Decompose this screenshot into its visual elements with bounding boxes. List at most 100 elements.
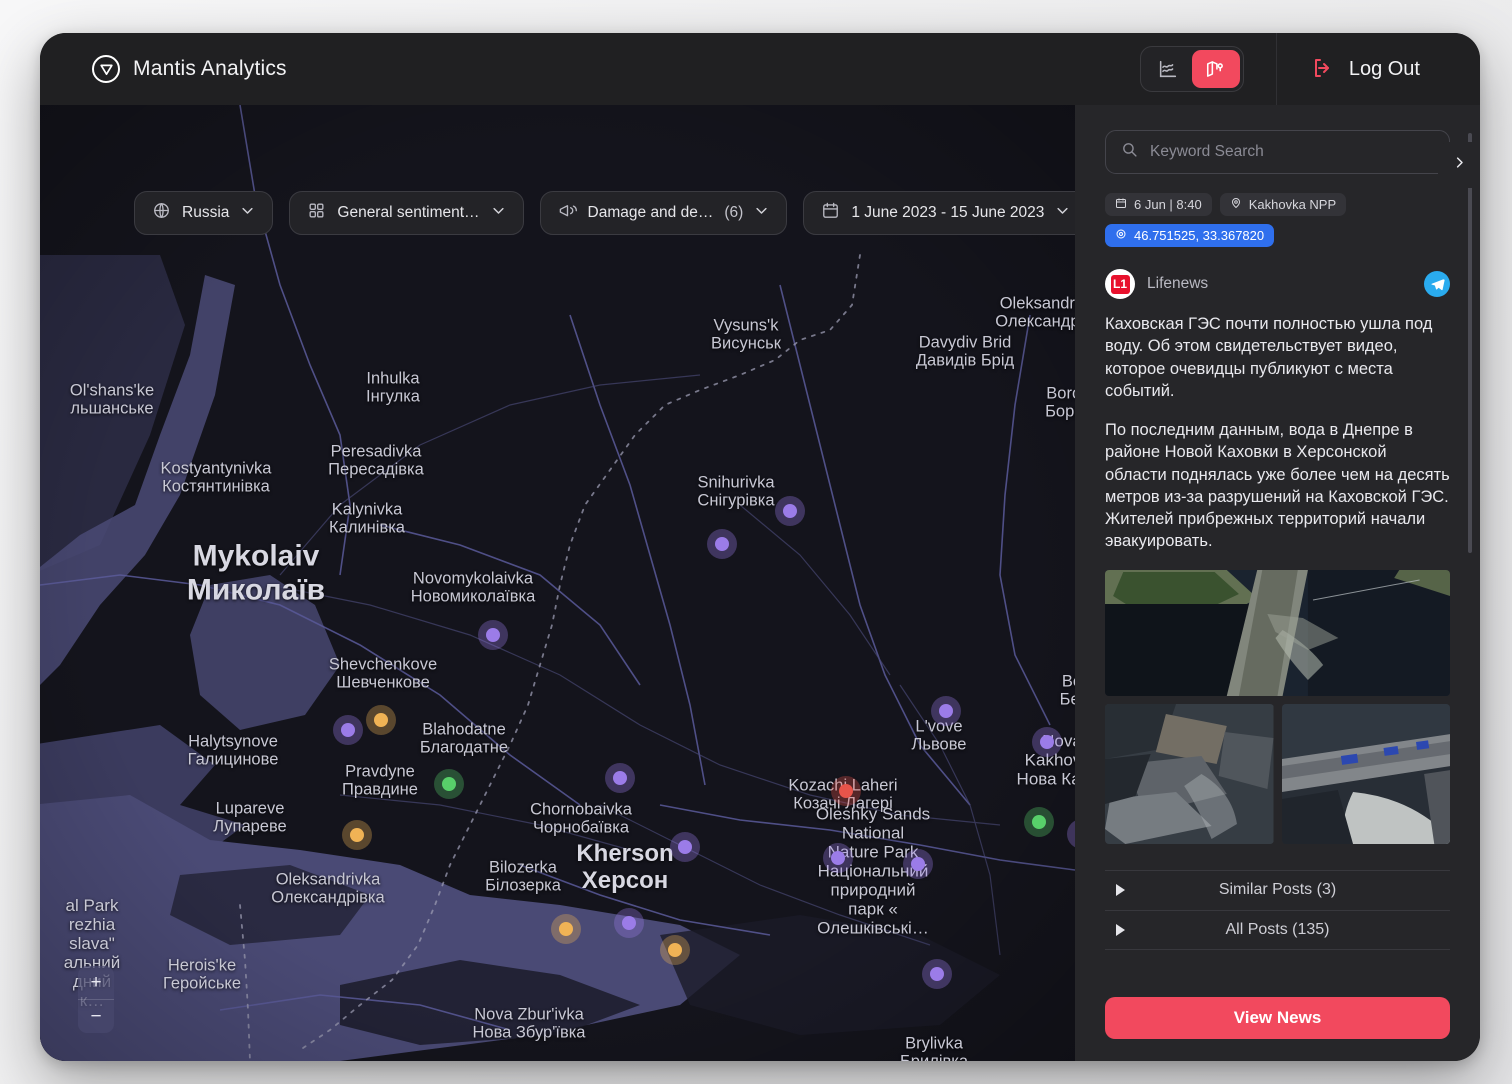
map-marker[interactable] [366, 705, 396, 735]
marker-dot [783, 504, 797, 518]
map-marker[interactable] [1024, 807, 1054, 837]
marker-dot [374, 713, 388, 727]
view-mode-toggle [1139, 46, 1244, 92]
post-body: Каховская ГЭС почти полностью ушла под в… [1105, 313, 1450, 553]
avatar-text: L1 [1110, 274, 1130, 294]
chart-view-button[interactable] [1144, 50, 1192, 88]
filter-label: General sentiment… [337, 204, 480, 221]
marker-dot [678, 840, 692, 854]
map-marker[interactable] [434, 769, 464, 799]
marker-dot [668, 943, 682, 957]
media-thumbnail-row [1105, 703, 1450, 844]
header-divider [1275, 33, 1277, 105]
map-marker[interactable] [342, 820, 372, 850]
marker-dot [715, 537, 729, 551]
map-marker[interactable] [922, 959, 952, 989]
filter-label: Damage and de… [587, 204, 714, 221]
zoom-in-button[interactable]: + [78, 966, 114, 999]
chevron-right-icon [1452, 155, 1467, 175]
map-marker[interactable] [903, 849, 933, 879]
date-text: 6 Jun | 8:40 [1134, 197, 1202, 212]
filter-label: Russia [182, 204, 230, 221]
filter-chip-4[interactable]: 1 June 2023 - 15 June 2023 [803, 191, 1075, 235]
map-marker[interactable] [670, 832, 700, 862]
zoom-out-button[interactable]: − [78, 1000, 114, 1033]
mantis-triangle-icon [92, 55, 120, 83]
marker-dot [559, 922, 573, 936]
chevron-down-icon [754, 203, 769, 223]
marker-dot [911, 857, 925, 871]
place-chip: Kakhovka NPP [1219, 193, 1347, 216]
all-posts-label: All Posts (135) [1225, 920, 1330, 938]
triangle-right-icon [1116, 884, 1125, 897]
posts-accordion: Similar Posts (3) All Posts (135) [1105, 869, 1450, 950]
media-thumbnail[interactable] [1105, 703, 1274, 844]
map-zoom-control: + − [78, 966, 114, 1033]
marker-dot [613, 771, 627, 785]
filter-chip-1[interactable]: Russia [134, 191, 274, 235]
marker-dot [622, 916, 636, 930]
brand-name: Mantis Analytics [133, 57, 287, 80]
place-text: Kakhovka NPP [1248, 197, 1337, 212]
map-marker[interactable] [707, 529, 737, 559]
avatar: L1 [1105, 269, 1135, 299]
map-marker[interactable] [333, 715, 363, 745]
filter-chip-3[interactable]: Damage and de… (6) [539, 191, 788, 235]
post-paragraph: Каховская ГЭС почти полностью ушла под в… [1105, 315, 1433, 400]
chevron-down-icon [240, 203, 255, 223]
all-posts-row[interactable]: All Posts (135) [1105, 909, 1450, 950]
map-marker[interactable] [1032, 727, 1062, 757]
search-box[interactable] [1105, 130, 1450, 174]
view-news-button[interactable]: View News [1105, 997, 1450, 1039]
media-thumbnail[interactable] [1105, 569, 1450, 696]
coords-chip[interactable]: 46.751525, 33.367820 [1105, 224, 1275, 247]
search-icon [1121, 141, 1138, 163]
marker-dot [350, 828, 364, 842]
post-paragraph: По последним данным, вода в Днепре в рай… [1105, 421, 1450, 551]
marker-dot [930, 967, 944, 981]
crosshair-icon [1115, 228, 1127, 243]
map-view-button[interactable] [1191, 50, 1240, 88]
map-marker[interactable] [551, 914, 581, 944]
globe-icon [152, 201, 171, 225]
marker-dot [839, 784, 853, 798]
panel-scrollbar[interactable] [1468, 133, 1472, 553]
map-marker[interactable] [605, 763, 635, 793]
post-media [1105, 569, 1450, 844]
post-metadata: 6 Jun | 8:40 Kakhovka NPP 46.751525, 33.… [1105, 193, 1450, 247]
panel-collapse-button[interactable] [1438, 142, 1480, 188]
media-thumbnail[interactable] [1281, 703, 1450, 844]
map-marker[interactable] [831, 776, 861, 806]
filter-chip-2[interactable]: General sentiment… [289, 191, 524, 235]
filter-count: (6) [724, 204, 744, 221]
map-marker[interactable] [660, 935, 690, 965]
map-marker[interactable] [478, 620, 508, 650]
logout-icon [1311, 56, 1335, 83]
grid-icon [307, 201, 326, 225]
location-pin-icon [1230, 197, 1242, 212]
map-marker[interactable] [614, 908, 644, 938]
map-marker[interactable] [775, 496, 805, 526]
app-window: Mantis Analytics Log Out Ol'shans'ke льш… [40, 33, 1480, 1061]
filter-label: 1 June 2023 - 15 June 2023 [851, 204, 1045, 221]
post-header: L1 Lifenews [1105, 269, 1450, 299]
header-actions: Log Out [1139, 33, 1480, 105]
map-marker[interactable] [823, 843, 853, 873]
chevron-down-icon [491, 203, 506, 223]
app-header: Mantis Analytics Log Out [40, 33, 1480, 105]
marker-dot [1040, 735, 1054, 749]
coords-text: 46.751525, 33.367820 [1134, 228, 1265, 243]
details-panel: 6 Jun | 8:40 Kakhovka NPP [1075, 105, 1480, 1061]
similar-posts-row[interactable]: Similar Posts (3) [1105, 869, 1450, 910]
marker-dot [442, 777, 456, 791]
marker-dot [486, 628, 500, 642]
marker-dot [831, 851, 845, 865]
search-input[interactable] [1150, 143, 1434, 161]
map-marker[interactable] [931, 696, 961, 726]
panel-footer: View News [1075, 980, 1480, 1061]
marker-dot [341, 723, 355, 737]
brand: Mantis Analytics [40, 55, 287, 83]
map-view[interactable]: Ol'shans'ke льшанське Inhulka Інгулка Vysu… [40, 105, 1075, 1061]
logout-button[interactable]: Log Out [1311, 56, 1480, 83]
similar-posts-label: Similar Posts (3) [1218, 881, 1337, 899]
